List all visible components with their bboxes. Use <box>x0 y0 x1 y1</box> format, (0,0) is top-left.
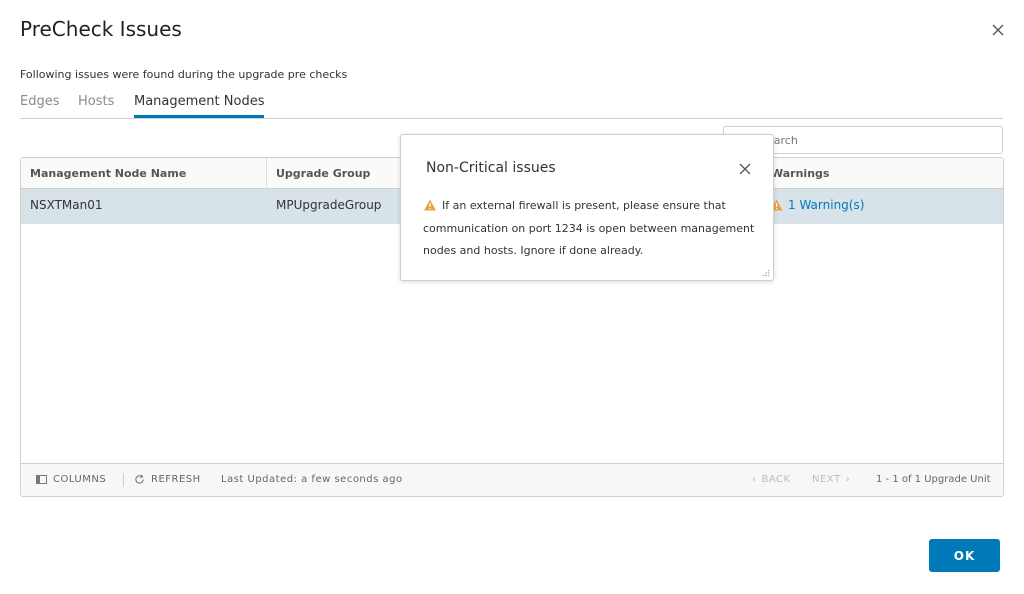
next-button[interactable]: NEXT › <box>812 464 850 496</box>
popover-close-icon[interactable] <box>739 163 751 175</box>
refresh-icon <box>135 473 144 484</box>
last-updated: Last Updated: a few seconds ago <box>221 474 403 485</box>
column-header-name[interactable]: Management Node Name <box>21 158 266 189</box>
chevron-right-icon: › <box>845 474 851 485</box>
popover-message-text: If an external firewall is present, plea… <box>423 199 755 257</box>
back-label: BACK <box>761 474 791 485</box>
dialog-subtitle: Following issues were found during the u… <box>20 68 348 81</box>
grid-footer: COLUMNS REFRESH Last Updated: a few seco… <box>21 463 1003 496</box>
resize-handle-icon[interactable] <box>762 269 770 277</box>
cell-upgrade-group: MPUpgradeGroup <box>276 198 382 212</box>
footer-divider <box>123 473 124 487</box>
warnings-link[interactable]: 1 Warning(s) <box>788 198 864 212</box>
pagination-info: 1 - 1 of 1 Upgrade Unit <box>876 474 991 485</box>
tab-management-nodes[interactable]: Management Nodes <box>134 94 265 118</box>
refresh-label: REFRESH <box>151 474 201 485</box>
tab-bar: Edges Hosts Management Nodes <box>20 93 1003 119</box>
column-header-warnings[interactable]: Warnings <box>761 158 1004 189</box>
back-button[interactable]: ‹ BACK <box>752 464 791 496</box>
popover-title: Non-Critical issues <box>426 160 556 176</box>
chevron-left-icon: ‹ <box>752 474 757 485</box>
cell-node-name: NSXTMan01 <box>30 198 103 212</box>
tab-edges[interactable]: Edges <box>20 94 60 115</box>
ok-button[interactable]: OK <box>929 539 1000 572</box>
columns-button[interactable]: COLUMNS <box>36 464 106 496</box>
warning-cell: 1 Warning(s) <box>762 189 864 224</box>
columns-icon <box>36 474 47 484</box>
tab-hosts[interactable]: Hosts <box>78 94 114 115</box>
refresh-button[interactable]: REFRESH <box>134 464 201 496</box>
warning-icon <box>424 199 436 211</box>
popover-message: If an external firewall is present, plea… <box>423 195 757 263</box>
columns-label: COLUMNS <box>53 474 107 485</box>
non-critical-issues-popover: Non-Critical issues If an external firew… <box>400 134 774 281</box>
close-icon[interactable] <box>988 20 1008 40</box>
next-label: NEXT <box>812 474 841 485</box>
dialog-title: PreCheck Issues <box>20 17 182 41</box>
